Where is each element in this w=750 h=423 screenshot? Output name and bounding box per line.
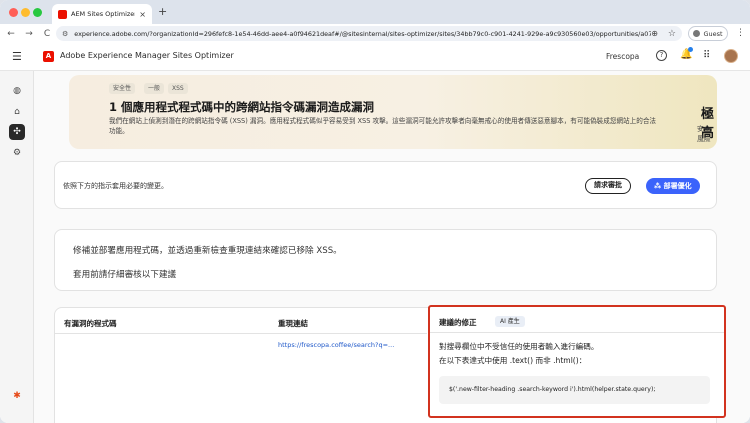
user-avatar[interactable] [724, 49, 738, 63]
profile-label: Guest [703, 29, 723, 38]
hamburger-menu-icon[interactable]: ☰ [12, 50, 22, 63]
forward-button[interactable]: → [22, 29, 36, 39]
site-info-icon[interactable]: ⚙ [62, 30, 68, 38]
slack-icon[interactable]: ✱ [10, 389, 24, 403]
browser-tab[interactable]: AEM Sites Optimizer | Adobe × [52, 4, 152, 24]
left-rail: ◍ ⌂ ✣ ⚙ ✱ [0, 71, 34, 423]
browser-menu-icon[interactable]: ⋮ [736, 28, 745, 38]
notification-dot [688, 47, 693, 52]
fix-summary-panel: 修補並部署應用程式碼，並透過重新檢查重現連結來確認已移除 XSS。 套用前請仔細… [54, 229, 717, 291]
opportunity-title: 1 個應用程式程式碼中的跨網站指令碼漏洞造成漏洞 [109, 100, 375, 114]
tag-general: 一般 [144, 83, 165, 94]
profile-icon [693, 30, 701, 37]
table-divider [55, 333, 427, 334]
fix-divider [430, 332, 724, 333]
app-title: Adobe Experience Manager Sites Optimizer [60, 51, 234, 60]
apps-grid-icon[interactable]: ⠿ [703, 50, 710, 61]
fix-description-line1: 對搜尋欄位中不受信任的使用者輸入進行編碼。 [439, 342, 599, 351]
maximize-window-button[interactable] [33, 8, 42, 17]
address-bar[interactable]: ⚙ experience.adobe.com/?organizationId=2… [56, 26, 682, 41]
request-approval-button[interactable]: 請求審批 [585, 178, 631, 194]
tab-close-icon[interactable]: × [139, 10, 146, 19]
adobe-favicon-icon [58, 9, 67, 19]
reload-button[interactable]: C [40, 29, 54, 39]
opportunities-icon[interactable]: ✣ [9, 124, 25, 140]
app-header: ☰ A Adobe Experience Manager Sites Optim… [0, 43, 750, 71]
bookmark-star-icon[interactable]: ☆ [668, 29, 676, 39]
fix-description-line2: 在以下表達式中使用 .text() 而非 .html()： [439, 356, 587, 365]
deploy-label: 部署優化 [663, 182, 692, 190]
instructions-text: 依照下方的指示套用必要的變更。 [63, 182, 168, 190]
column-header-vulnerable-code: 有漏洞的程式碼 [64, 319, 117, 328]
url-text[interactable]: experience.adobe.com/?organizationId=296… [74, 30, 651, 38]
fix-code: $('.new-filter-heading .search-keyword i… [449, 386, 656, 393]
minimize-window-button[interactable] [21, 8, 30, 17]
new-tab-button[interactable]: + [158, 5, 167, 18]
repro-link[interactable]: https://frescopa.coffee/search?q=... [278, 341, 394, 349]
address-row: ← → C ⚙ experience.adobe.com/?organizati… [0, 24, 750, 43]
profile-button[interactable]: Guest [688, 26, 728, 41]
tag-xss: XSS [168, 83, 188, 94]
back-button[interactable]: ← [4, 29, 18, 39]
instructions-panel: 依照下方的指示套用必要的變更。 請求審批 ⁂ 部署優化 [54, 161, 717, 209]
risk-label: 安全風險 [697, 125, 711, 143]
org-switcher[interactable]: Frescopa [606, 52, 639, 61]
opportunity-description: 我們在網站上偵測到潛在的跨網站指令碼 (XSS) 漏洞。應用程式程式碼似乎容易受… [109, 117, 657, 135]
column-header-repro-link: 重現連結 [278, 319, 308, 328]
tab-bar: AEM Sites Optimizer | Adobe × + [0, 0, 750, 24]
settings-gear-icon[interactable]: ⚙ [9, 145, 25, 161]
zoom-icon[interactable]: ⊕ [651, 29, 658, 38]
fix-summary-line2: 套用前請仔細審核以下建議 [73, 270, 177, 280]
column-header-suggested-fix: 建議的修正 [439, 318, 477, 327]
globe-icon[interactable]: ◍ [9, 83, 25, 99]
tag-security: 安全性 [109, 83, 136, 94]
deploy-icon: ⁂ [654, 182, 664, 190]
adobe-logo-icon: A [43, 51, 54, 62]
suggested-fix-column: 建議的修正 AI 產生 對搜尋欄位中不受信任的使用者輸入進行編碼。 在以下表達式… [428, 305, 726, 418]
opportunity-hero-card: 安全性 一般 XSS 1 個應用程式程式碼中的跨網站指令碼漏洞造成漏洞 我們在網… [69, 75, 717, 149]
deploy-optimization-button[interactable]: ⁂ 部署優化 [646, 178, 700, 194]
browser-window: AEM Sites Optimizer | Adobe × + ← → C ⚙ … [0, 0, 750, 423]
help-icon[interactable]: ? [656, 50, 667, 61]
ai-generated-badge: AI 產生 [495, 316, 525, 327]
home-icon[interactable]: ⌂ [9, 104, 25, 120]
fix-summary-line1: 修補並部署應用程式碼，並透過重新檢查重現連結來確認已移除 XSS。 [73, 246, 342, 256]
close-window-button[interactable] [9, 8, 18, 17]
tab-title: AEM Sites Optimizer | Adobe [71, 10, 136, 18]
fix-code-block: $('.new-filter-heading .search-keyword i… [439, 376, 710, 404]
